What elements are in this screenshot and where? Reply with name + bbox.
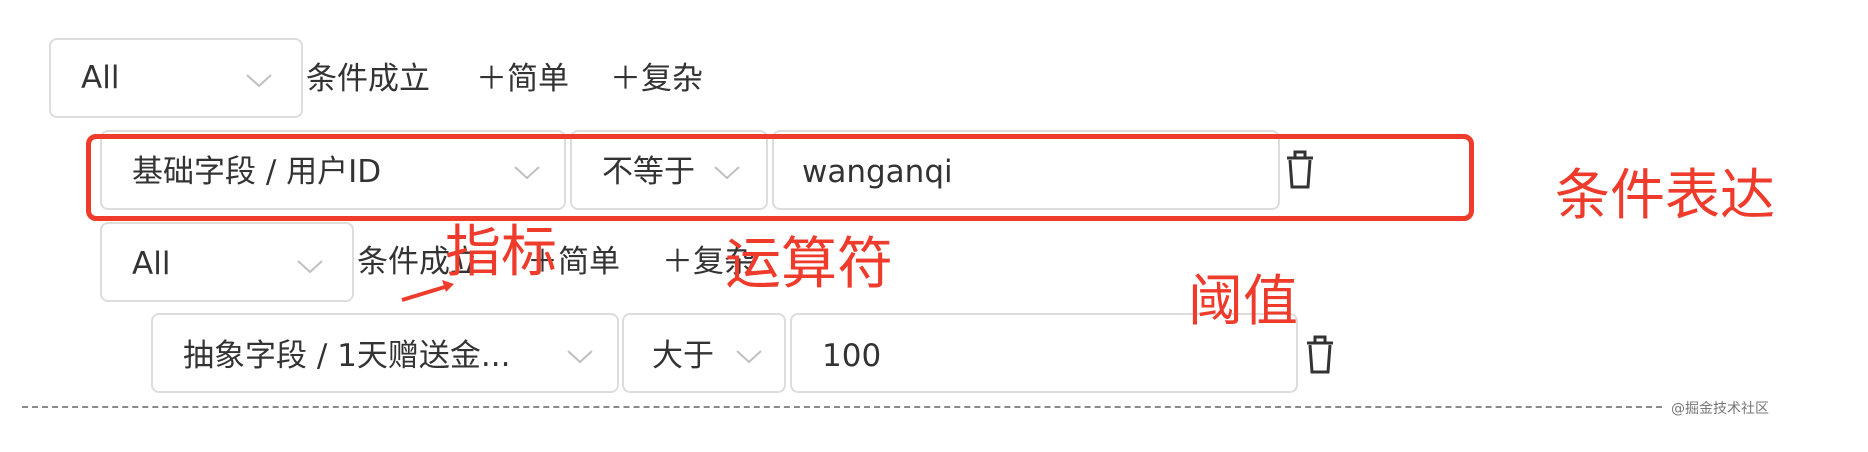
chevron-down-icon [565, 348, 595, 366]
arrow-icon [401, 280, 454, 302]
chevron-down-icon [295, 258, 325, 276]
chevron-down-icon [244, 72, 274, 90]
group1-logic-select[interactable]: All [49, 38, 303, 118]
row2-field-select-value: 抽象字段 / 1天赠送金... [183, 338, 511, 374]
trash-icon[interactable] [1303, 335, 1337, 375]
divider [22, 406, 1662, 408]
condition-expression-highlight [86, 134, 1474, 221]
group1-add-complex-button[interactable]: ＋复杂 [610, 59, 703, 99]
annotation-threshold: 阈值 [1188, 269, 1299, 333]
annotation-metric: 指标 [445, 220, 557, 285]
row2-operator-select[interactable]: 大于 [622, 313, 786, 393]
annotation-condition-expression: 条件表达 [1555, 163, 1776, 227]
watermark: @掘金技术社区 [1665, 398, 1775, 418]
row2-field-select[interactable]: 抽象字段 / 1天赠送金... [151, 313, 619, 393]
annotation-operator: 运算符 [725, 232, 893, 297]
group1-logic-select-value: All [81, 60, 120, 96]
row2-operator-select-value: 大于 [652, 338, 714, 374]
group2-logic-select-value: All [132, 246, 171, 282]
group1-add-simple-button[interactable]: ＋简单 [476, 59, 569, 99]
chevron-down-icon [734, 348, 764, 366]
group1-condition-label: 条件成立 [306, 61, 430, 97]
group2-logic-select[interactable]: All [100, 222, 354, 302]
row2-threshold-value: 100 [822, 338, 882, 374]
